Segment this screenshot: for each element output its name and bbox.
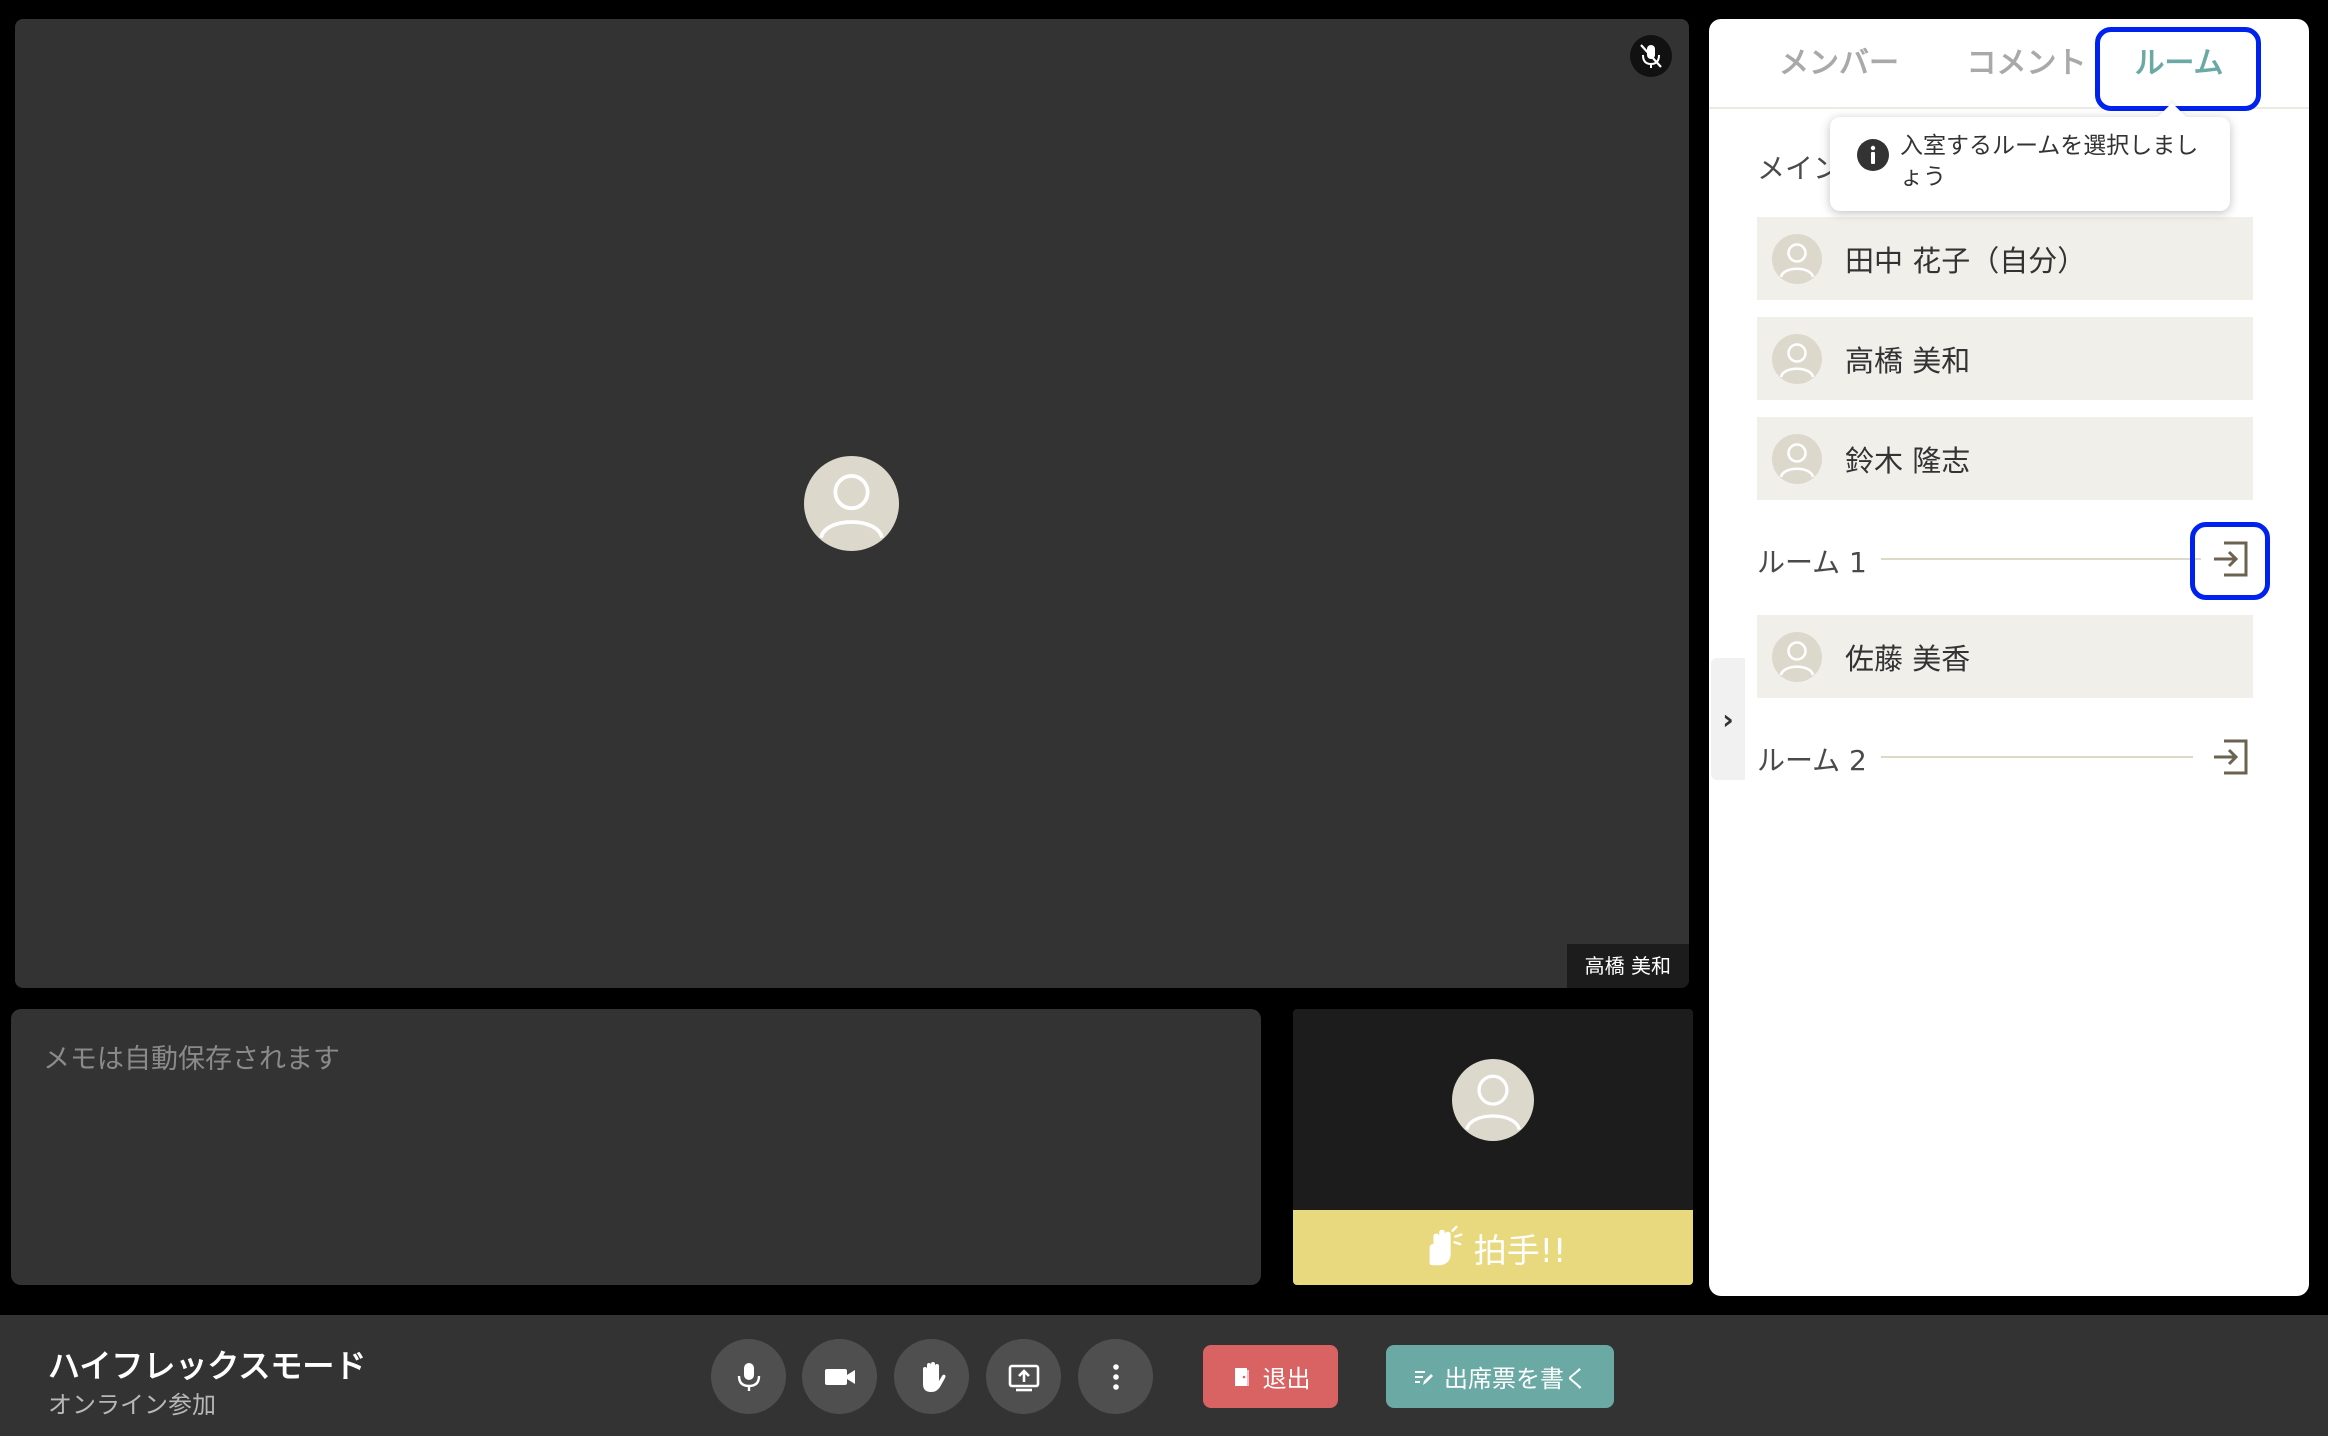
tab-rooms[interactable]: ルーム: [2099, 19, 2259, 109]
clap-button[interactable]: 拍手!!: [1293, 1210, 1693, 1285]
app-root: 高橋 美和 拍手!! メンバー コメント ルーム: [0, 0, 2328, 1436]
leave-label: 退出: [1262, 1365, 1311, 1393]
user-icon: [1779, 242, 1815, 278]
user-icon: [1465, 1074, 1521, 1131]
raise-hand-icon: [922, 1361, 945, 1392]
member-name: 田中 花子（自分）: [1845, 243, 2087, 278]
attendance-label: 出席票を書く: [1444, 1365, 1588, 1393]
room-1-divider: [1881, 558, 2201, 560]
edit-note-icon: [1415, 1370, 1433, 1385]
member-row: 鈴木 隆志: [1757, 417, 2253, 500]
tab-members[interactable]: メンバー: [1769, 19, 1909, 109]
room-2-divider: [1881, 756, 2193, 758]
self-video-tile: 拍手!!: [1293, 1009, 1693, 1285]
more-options-button[interactable]: [1078, 1339, 1153, 1414]
enter-room-icon: [2214, 541, 2248, 577]
avatar: [1772, 433, 1822, 484]
more-vertical-icon: [1112, 1363, 1119, 1390]
mic-button[interactable]: [711, 1339, 786, 1414]
memo-input[interactable]: [11, 1009, 1261, 1285]
clap-label: 拍手!!: [1473, 1230, 1567, 1270]
avatar: [1772, 631, 1822, 682]
info-icon: [1857, 139, 1889, 171]
side-panel: メンバー コメント ルーム 入室するルームを選択しましょう メイン 田中 花子（: [1709, 19, 2309, 1296]
mode-title: ハイフレックスモード: [48, 1347, 367, 1385]
avatar: [1772, 233, 1822, 284]
user-icon: [819, 474, 884, 539]
chevron-right-icon: ›: [1722, 702, 1734, 736]
attendance-button[interactable]: 出席票を書く: [1386, 1345, 1614, 1408]
main-participant-avatar: [804, 456, 899, 551]
self-avatar: [1452, 1059, 1534, 1141]
panel-collapse-button[interactable]: ›: [1711, 658, 1745, 780]
room-select-tooltip: 入室するルームを選択しましょう: [1830, 102, 2230, 211]
user-icon: [1779, 442, 1815, 478]
tab-comments[interactable]: コメント: [1944, 19, 2109, 109]
camera-icon: [824, 1368, 855, 1385]
main-room-label: メイン: [1757, 152, 1842, 185]
camera-button[interactable]: [802, 1339, 877, 1414]
room-2-enter-button[interactable]: [2204, 731, 2256, 783]
mic-icon: [737, 1362, 760, 1391]
mode-subtitle: オンライン参加: [48, 1391, 216, 1419]
room-1-enter-button[interactable]: [2204, 533, 2256, 585]
door-exit-icon: [1234, 1367, 1249, 1386]
screen-share-icon: [1008, 1364, 1039, 1391]
avatar: [1772, 333, 1822, 384]
tooltip-text: 入室するルームを選択しましょう: [1900, 133, 2199, 190]
member-row: 田中 花子（自分）: [1757, 217, 2253, 300]
leave-button[interactable]: 退出: [1203, 1345, 1338, 1408]
participant-name-tag: 高橋 美和: [1566, 944, 1689, 988]
member-name: 佐藤 美香: [1845, 641, 1971, 676]
raise-hand-button[interactable]: [894, 1339, 969, 1414]
clapping-hands-icon: [1429, 1225, 1463, 1265]
panel-tabs: メンバー コメント ルーム: [1709, 19, 2309, 111]
member-row: 佐藤 美香: [1757, 615, 2253, 698]
member-name: 高橋 美和: [1845, 343, 1971, 378]
room-2-label: ルーム 2: [1757, 744, 1867, 777]
screen-share-button[interactable]: [986, 1339, 1061, 1414]
room-1-label: ルーム 1: [1757, 546, 1867, 579]
member-row: 高橋 美和: [1757, 317, 2253, 400]
enter-room-icon: [2214, 739, 2248, 775]
user-icon: [1779, 342, 1815, 378]
member-name: 鈴木 隆志: [1845, 443, 1971, 478]
mic-off-icon: [1630, 35, 1672, 77]
user-icon: [1779, 640, 1815, 676]
main-video-tile: 高橋 美和: [15, 19, 1689, 988]
bottom-toolbar: ハイフレックスモード オンライン参加 退出 出席票を書く: [0, 1315, 2328, 1436]
